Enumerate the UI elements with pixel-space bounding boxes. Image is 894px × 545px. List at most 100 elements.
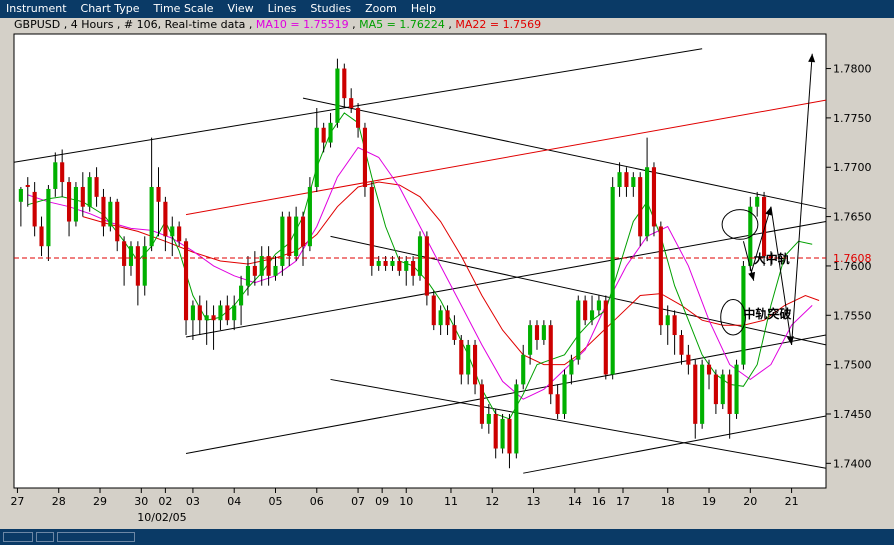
candle-body xyxy=(197,305,202,321)
candle-body xyxy=(108,201,113,227)
candle-body xyxy=(204,315,209,321)
candle-body xyxy=(60,162,65,183)
candle-body xyxy=(25,185,30,187)
candle-body xyxy=(163,201,168,237)
candle-body xyxy=(266,256,271,276)
candle-body xyxy=(376,261,381,266)
candle-body xyxy=(583,300,588,321)
candle-body xyxy=(94,177,99,197)
candle-body xyxy=(610,186,615,375)
candle-body xyxy=(727,374,732,414)
candle-body xyxy=(713,374,718,405)
y-tick-label: 1.7800 xyxy=(833,63,872,76)
candle-body xyxy=(569,359,574,375)
x-tick-label: 03 xyxy=(186,495,200,508)
candle-body xyxy=(190,305,195,321)
candle-body xyxy=(459,339,464,375)
candle-body xyxy=(73,186,78,222)
candle-body xyxy=(287,216,292,257)
candle-body xyxy=(307,186,312,247)
x-tick-label: 17 xyxy=(616,495,630,508)
y-tick-label: 1.7400 xyxy=(833,457,872,470)
candle-body xyxy=(149,186,154,247)
candle-body xyxy=(218,305,223,321)
candle-body xyxy=(183,241,189,321)
candle-body xyxy=(362,127,368,187)
candle-body xyxy=(617,172,622,187)
candle-body xyxy=(349,98,354,109)
y-tick-label: 1.7500 xyxy=(833,359,872,372)
x-tick-label: 14 xyxy=(568,495,582,508)
candle-body xyxy=(404,261,409,271)
candle-body xyxy=(232,305,237,321)
candle-body xyxy=(452,325,457,340)
candle-body xyxy=(32,191,37,227)
candle-body xyxy=(596,300,601,311)
status-segment xyxy=(3,532,33,542)
candle-body xyxy=(486,413,491,424)
y-tick-label: 1.7550 xyxy=(833,309,872,322)
candle-body xyxy=(328,122,333,143)
candle-body xyxy=(431,295,436,326)
candle-body xyxy=(755,196,760,207)
candle-body xyxy=(679,335,684,355)
annotation-label: 大中轨 xyxy=(754,251,790,266)
candle-body xyxy=(472,344,478,385)
candle-body xyxy=(603,300,608,375)
x-tick-label: 20 xyxy=(743,495,757,508)
y-tick-label: 1.7750 xyxy=(833,112,872,125)
candle-body xyxy=(225,305,230,321)
candle-body xyxy=(417,236,423,276)
x-tick-label: 19 xyxy=(702,495,716,508)
candle-body xyxy=(507,418,512,454)
candle-body xyxy=(156,186,161,202)
candle-body xyxy=(53,162,58,189)
candle-body xyxy=(589,310,595,321)
x-tick-label: 02 xyxy=(158,495,172,508)
candle-body xyxy=(720,374,725,405)
candle-body xyxy=(356,108,361,128)
candle-body xyxy=(369,186,374,266)
candle-body xyxy=(211,315,216,321)
candle-body xyxy=(521,354,526,385)
candle-body xyxy=(693,364,698,424)
candle-body xyxy=(80,186,85,207)
candle-body xyxy=(259,256,264,276)
candle-body xyxy=(342,68,347,99)
candle-body xyxy=(122,241,127,266)
x-tick-label: 10 xyxy=(399,495,413,508)
price-chart[interactable]: 大中轨中轨突破 1.74001.74501.75001.75501.76001.… xyxy=(0,0,894,529)
candle-body xyxy=(314,127,319,187)
annotation-label: 中轨突破 xyxy=(743,306,791,321)
candle-body xyxy=(466,344,471,375)
y-tick-label: 1.7700 xyxy=(833,161,872,174)
candle-body xyxy=(686,354,691,365)
candle-body xyxy=(115,201,120,242)
candle-body xyxy=(39,226,44,247)
x-tick-label: 12 xyxy=(485,495,499,508)
candle-body xyxy=(651,167,657,227)
x-tick-label: 16 xyxy=(592,495,606,508)
x-tick-label: 30 xyxy=(134,495,148,508)
candle-body xyxy=(424,236,429,296)
candle-body xyxy=(645,167,650,237)
status-segment xyxy=(36,532,54,542)
candle-body xyxy=(252,265,257,276)
candle-body xyxy=(514,384,519,454)
candle-body xyxy=(383,261,388,266)
candle-body xyxy=(321,127,326,143)
x-tick-label: 27 xyxy=(10,495,24,508)
candle-body xyxy=(528,325,533,355)
x-date-label: 10/02/05 xyxy=(137,511,186,524)
status-bar xyxy=(0,529,894,545)
candle-body xyxy=(493,413,498,449)
x-tick-label: 04 xyxy=(227,495,241,508)
x-tick-label: 18 xyxy=(661,495,675,508)
candle-body xyxy=(534,325,540,340)
candle-body xyxy=(177,226,182,242)
y-tick-label: 1.7450 xyxy=(833,408,872,421)
candle-body xyxy=(638,177,643,237)
candle-body xyxy=(706,364,712,375)
x-tick-label: 06 xyxy=(310,495,324,508)
current-price-label: 1.7608 xyxy=(833,252,872,265)
